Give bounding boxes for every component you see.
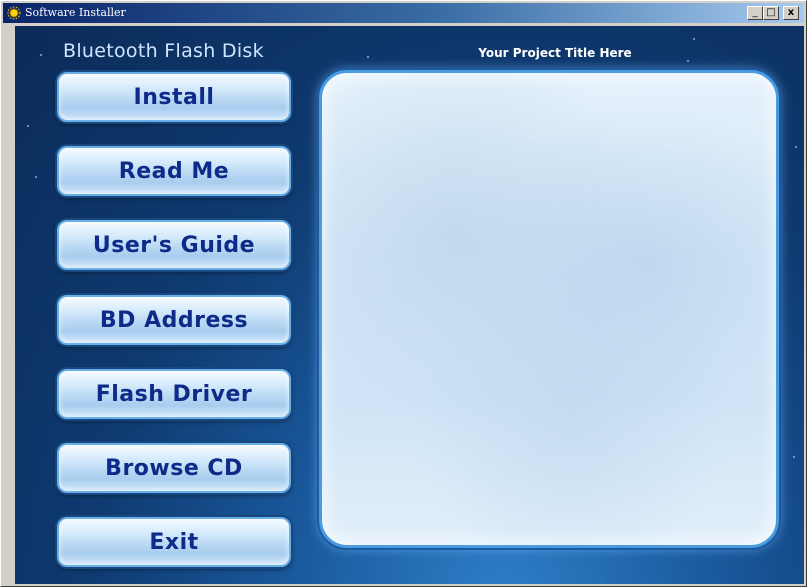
star-dot bbox=[27, 125, 29, 127]
installer-window: Software Installer _ □ x Bluetooth Flash… bbox=[0, 0, 807, 587]
close-button[interactable]: x bbox=[783, 6, 799, 20]
read-me-button[interactable]: Read Me bbox=[57, 146, 291, 196]
exit-button[interactable]: Exit bbox=[57, 517, 291, 567]
sun-app-icon bbox=[7, 6, 21, 20]
star-dot bbox=[693, 38, 695, 40]
users-guide-button[interactable]: User's Guide bbox=[57, 220, 291, 270]
users-guide-button-label: User's Guide bbox=[92, 232, 256, 258]
minimize-button[interactable]: _ bbox=[747, 6, 763, 20]
browse-cd-button-label: Browse CD bbox=[105, 455, 243, 481]
bd-address-button-label: BD Address bbox=[99, 307, 249, 333]
window-title: Software Installer bbox=[25, 6, 126, 19]
product-name: Bluetooth Flash Disk bbox=[63, 40, 264, 62]
installer-background: Bluetooth Flash Disk Your Project Title … bbox=[15, 26, 804, 584]
star-dot bbox=[40, 54, 42, 56]
flash-driver-button-label: Flash Driver bbox=[95, 381, 253, 407]
read-me-button-label: Read Me bbox=[118, 158, 230, 184]
content-panel bbox=[319, 70, 779, 548]
install-button[interactable]: Install bbox=[57, 72, 291, 122]
flash-driver-button[interactable]: Flash Driver bbox=[57, 369, 291, 419]
exit-button-label: Exit bbox=[149, 529, 199, 555]
star-dot bbox=[687, 60, 689, 62]
project-title: Your Project Title Here bbox=[478, 46, 632, 60]
bd-address-button[interactable]: BD Address bbox=[57, 295, 291, 345]
title-bar[interactable]: Software Installer _ □ x bbox=[3, 3, 804, 23]
star-dot bbox=[35, 176, 37, 178]
browse-cd-button[interactable]: Browse CD bbox=[57, 443, 291, 493]
star-dot bbox=[793, 456, 795, 458]
maximize-button[interactable]: □ bbox=[763, 6, 779, 20]
star-dot bbox=[795, 146, 797, 148]
install-button-label: Install bbox=[133, 84, 215, 110]
